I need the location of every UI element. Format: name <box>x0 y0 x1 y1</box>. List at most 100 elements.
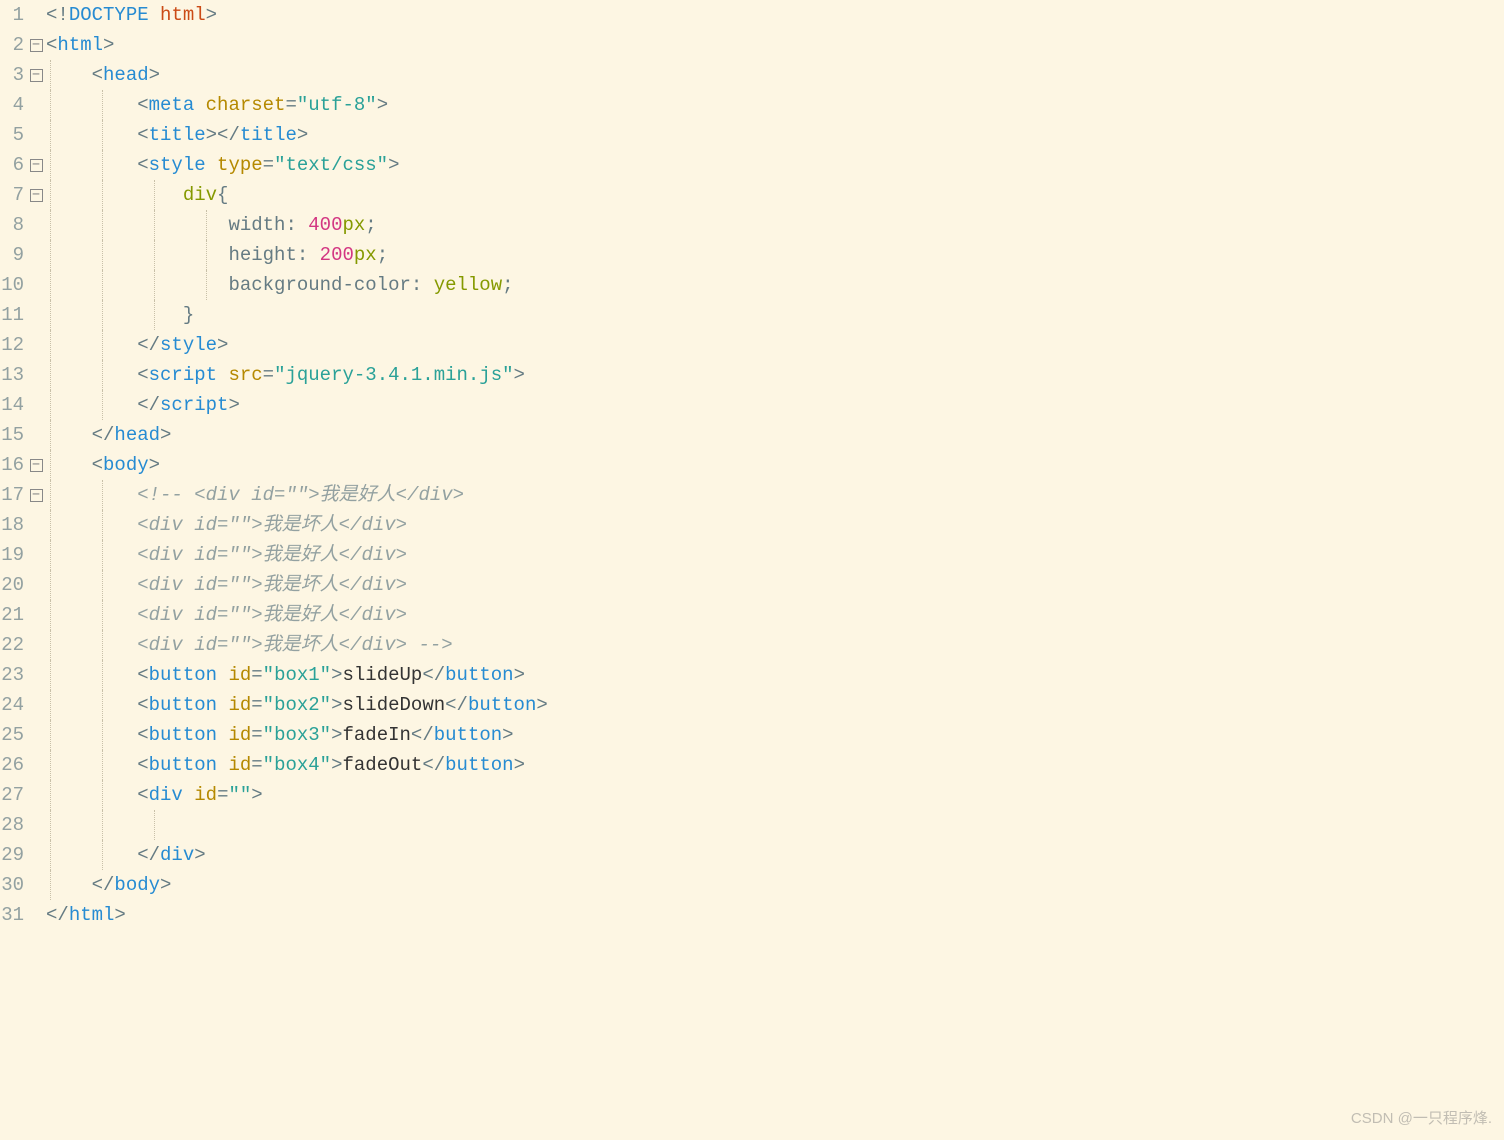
fold-cell <box>26 0 46 30</box>
code-line: <button id="box2">slideDown</button> <box>46 690 1504 720</box>
code-line: <!DOCTYPE html> <box>46 0 1504 30</box>
code-line: <meta charset="utf-8"> <box>46 90 1504 120</box>
line-number: 17 <box>0 480 26 510</box>
fold-minus-icon[interactable]: − <box>30 39 43 52</box>
line-number: 11 <box>0 300 26 330</box>
code-line: </style> <box>46 330 1504 360</box>
fold-cell <box>26 750 46 780</box>
line-number: 13 <box>0 360 26 390</box>
line-number: 30 <box>0 870 26 900</box>
line-number: 27 <box>0 780 26 810</box>
fold-cell <box>26 870 46 900</box>
code-line: <title></title> <box>46 120 1504 150</box>
watermark-text: CSDN @一只程序烽. <box>1351 1104 1492 1134</box>
fold-cell <box>26 600 46 630</box>
fold-cell: − <box>26 30 46 60</box>
code-line: <button id="box1">slideUp</button> <box>46 660 1504 690</box>
fold-cell <box>26 900 46 930</box>
code-line: </div> <box>46 840 1504 870</box>
fold-cell <box>26 120 46 150</box>
code-line <box>46 810 1504 840</box>
line-number: 31 <box>0 900 26 930</box>
code-line: <style type="text/css"> <box>46 150 1504 180</box>
line-number: 8 <box>0 210 26 240</box>
line-number: 25 <box>0 720 26 750</box>
fold-cell <box>26 360 46 390</box>
fold-cell <box>26 420 46 450</box>
fold-cell: − <box>26 150 46 180</box>
code-line: width: 400px; <box>46 210 1504 240</box>
line-number: 12 <box>0 330 26 360</box>
code-line: background-color: yellow; <box>46 270 1504 300</box>
fold-cell <box>26 390 46 420</box>
line-number: 29 <box>0 840 26 870</box>
fold-minus-icon[interactable]: − <box>30 159 43 172</box>
line-number: 9 <box>0 240 26 270</box>
line-number: 24 <box>0 690 26 720</box>
fold-cell: − <box>26 480 46 510</box>
code-line: <body> <box>46 450 1504 480</box>
fold-cell: − <box>26 60 46 90</box>
line-number: 3 <box>0 60 26 90</box>
line-number: 20 <box>0 570 26 600</box>
fold-cell <box>26 540 46 570</box>
code-line: </script> <box>46 390 1504 420</box>
line-number: 28 <box>0 810 26 840</box>
code-line: </body> <box>46 870 1504 900</box>
fold-cell <box>26 270 46 300</box>
fold-cell <box>26 210 46 240</box>
code-line: <div id="">我是坏人</div> <box>46 570 1504 600</box>
line-number: 16 <box>0 450 26 480</box>
fold-minus-icon[interactable]: − <box>30 489 43 502</box>
fold-cell <box>26 330 46 360</box>
code-line: <div id="">我是坏人</div> <box>46 510 1504 540</box>
code-line: <button id="box3">fadeIn</button> <box>46 720 1504 750</box>
line-number: 19 <box>0 540 26 570</box>
code-area: <!DOCTYPE html><html> <head> <meta chars… <box>46 0 1504 930</box>
fold-minus-icon[interactable]: − <box>30 459 43 472</box>
fold-cell <box>26 660 46 690</box>
code-line: <button id="box4">fadeOut</button> <box>46 750 1504 780</box>
code-line: </html> <box>46 900 1504 930</box>
line-number: 26 <box>0 750 26 780</box>
code-line: div{ <box>46 180 1504 210</box>
line-number: 2 <box>0 30 26 60</box>
code-line: <script src="jquery-3.4.1.min.js"> <box>46 360 1504 390</box>
fold-cell <box>26 780 46 810</box>
code-line: <!-- <div id="">我是好人</div> <box>46 480 1504 510</box>
code-line: <div id="">我是好人</div> <box>46 540 1504 570</box>
fold-cell <box>26 840 46 870</box>
code-editor: 1234567891011121314151617181920212223242… <box>0 0 1504 930</box>
line-number: 23 <box>0 660 26 690</box>
fold-cell <box>26 240 46 270</box>
fold-cell <box>26 300 46 330</box>
fold-cell <box>26 510 46 540</box>
code-line: } <box>46 300 1504 330</box>
code-line: <div id=""> <box>46 780 1504 810</box>
fold-cell <box>26 630 46 660</box>
line-number: 6 <box>0 150 26 180</box>
line-number-gutter: 1234567891011121314151617181920212223242… <box>0 0 26 930</box>
line-number: 5 <box>0 120 26 150</box>
code-line: <html> <box>46 30 1504 60</box>
line-number: 18 <box>0 510 26 540</box>
fold-gutter: − − − − − − <box>26 0 46 930</box>
code-line: <div id="">我是好人</div> <box>46 600 1504 630</box>
fold-cell <box>26 690 46 720</box>
line-number: 10 <box>0 270 26 300</box>
fold-minus-icon[interactable]: − <box>30 69 43 82</box>
fold-cell: − <box>26 450 46 480</box>
fold-minus-icon[interactable]: − <box>30 189 43 202</box>
line-number: 15 <box>0 420 26 450</box>
line-number: 4 <box>0 90 26 120</box>
line-number: 22 <box>0 630 26 660</box>
code-line: <head> <box>46 60 1504 90</box>
line-number: 14 <box>0 390 26 420</box>
line-number: 1 <box>0 0 26 30</box>
line-number: 21 <box>0 600 26 630</box>
code-line: height: 200px; <box>46 240 1504 270</box>
code-line: </head> <box>46 420 1504 450</box>
code-line: <div id="">我是坏人</div> --> <box>46 630 1504 660</box>
line-number: 7 <box>0 180 26 210</box>
fold-cell <box>26 720 46 750</box>
